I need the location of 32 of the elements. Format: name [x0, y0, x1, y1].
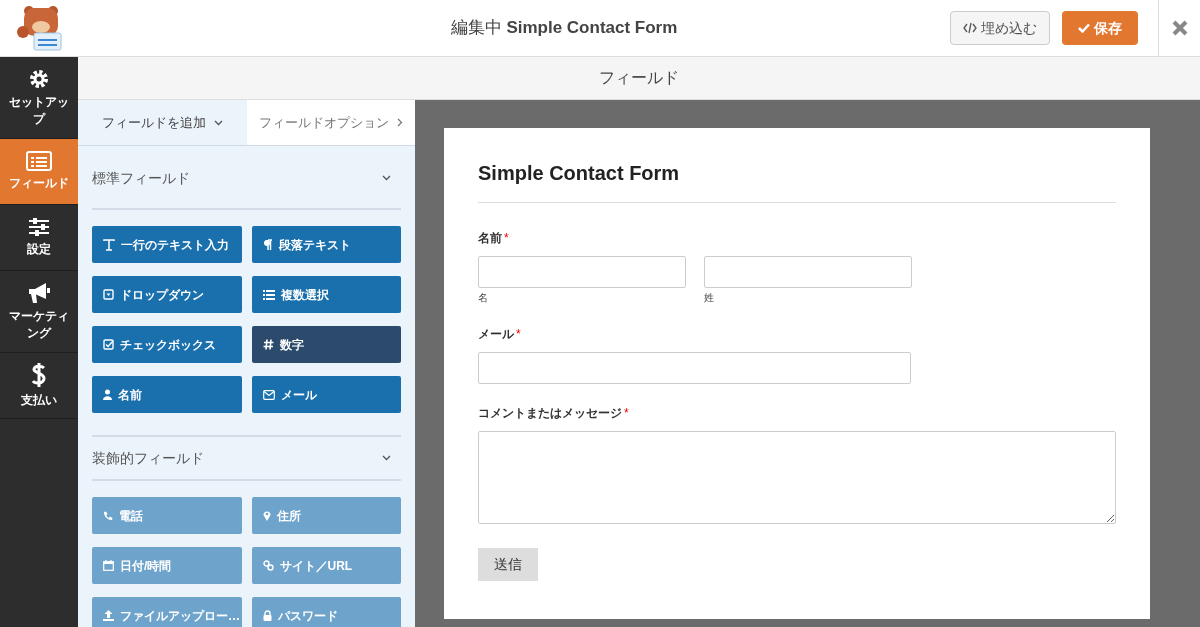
save-button[interactable]: 保存 [1062, 11, 1138, 45]
section-heading[interactable]: 装飾的フィールド [92, 447, 204, 469]
field-type-button[interactable]: チェックボックス [92, 326, 242, 363]
field-type-button[interactable]: サイト／URL [251, 547, 401, 584]
field-type-button[interactable]: 複数選択 [251, 276, 401, 313]
field-type-button[interactable]: 段落テキスト [251, 226, 401, 263]
field-type-button[interactable]: ドロップダウン [92, 276, 242, 313]
field-type-button[interactable]: 日付/時間 [92, 547, 242, 584]
field-label: 名前 [478, 230, 502, 247]
panel-title: フィールド [599, 68, 679, 88]
required-mark: * [624, 405, 629, 422]
panel-tab[interactable]: フィールドオプション [246, 100, 415, 145]
form-heading: Simple Contact Form [478, 158, 1116, 203]
required-mark: * [516, 326, 521, 343]
form-title: 編集中 Simple Contact Form [450, 17, 678, 40]
field-type-button[interactable]: 住所 [251, 497, 401, 534]
field-sublabel: 姓 [704, 291, 715, 305]
field-type-button[interactable]: 電話 [92, 497, 242, 534]
field-type-button[interactable]: 名前 [92, 376, 242, 413]
sidebar-item[interactable]: フィールド [0, 139, 78, 205]
field-type-button[interactable]: ファイルアップロー… [92, 597, 242, 627]
embed-button[interactable]: 埋め込む [950, 11, 1050, 45]
field-type-button[interactable]: 一行のテキスト入力 [92, 226, 242, 263]
field-label: メール [478, 326, 514, 343]
field-type-button[interactable]: パスワード [251, 597, 401, 627]
submit-button[interactable]: 送信 [478, 548, 538, 581]
field-type-button[interactable]: 数字 [251, 326, 401, 363]
field-sublabel: 名 [478, 291, 489, 305]
required-mark: * [504, 230, 509, 247]
field-label: コメントまたはメッセージ [478, 405, 622, 422]
section-heading[interactable]: 標準フィールド [92, 167, 190, 189]
field-type-button[interactable]: メール [251, 376, 401, 413]
